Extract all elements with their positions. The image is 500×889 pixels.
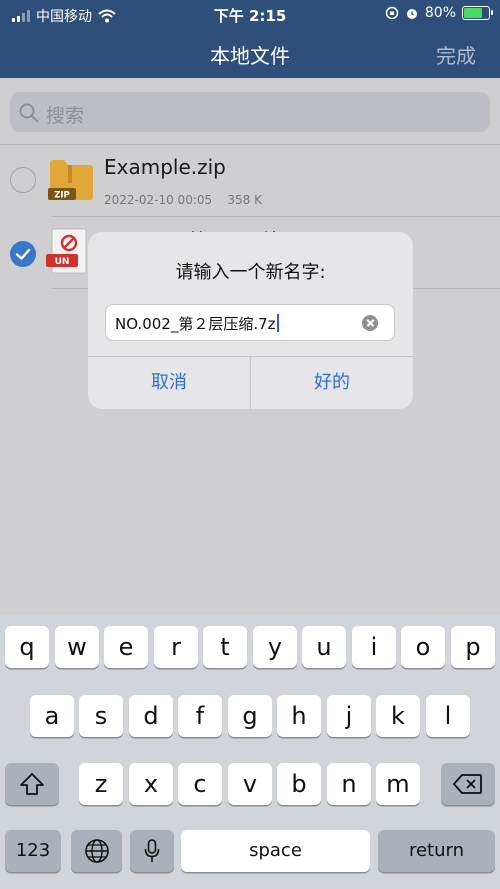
search-field[interactable]: 搜索 xyxy=(10,92,490,132)
input-value: NO.002_第２层压缩.7z xyxy=(115,313,279,334)
globe-key[interactable] xyxy=(71,830,122,872)
backspace-icon xyxy=(453,774,482,794)
battery-icon xyxy=(462,6,493,20)
key-d[interactable]: d xyxy=(129,695,173,737)
status-bar: 中国移动 下午 2:15 80% xyxy=(0,0,500,30)
status-right: 80% xyxy=(385,5,493,21)
svg-text:UN: UN xyxy=(55,257,70,267)
return-key[interactable]: return xyxy=(378,830,495,872)
text-cursor xyxy=(276,314,279,332)
key-g[interactable]: g xyxy=(228,695,272,737)
key-a[interactable]: a xyxy=(30,695,74,737)
key-i[interactable]: i xyxy=(352,626,396,668)
key-v[interactable]: v xyxy=(228,763,272,805)
rename-dialog: 请输入一个新名字: NO.002_第２层压缩.7z 取消 好的 xyxy=(88,232,413,409)
checkmark-icon xyxy=(15,248,31,260)
clear-icon[interactable] xyxy=(362,315,378,331)
battery-percent: 80% xyxy=(424,5,456,21)
ok-button[interactable]: 好的 xyxy=(251,357,413,409)
page-title: 本地文件 xyxy=(210,44,290,68)
file-size: 358 K xyxy=(227,193,262,207)
key-p[interactable]: p xyxy=(451,626,495,668)
key-t[interactable]: t xyxy=(203,626,247,668)
key-s[interactable]: s xyxy=(79,695,123,737)
unsupported-file-icon: UN xyxy=(46,228,87,274)
cancel-button[interactable]: 取消 xyxy=(88,357,250,409)
select-radio[interactable] xyxy=(10,167,36,193)
key-l[interactable]: l xyxy=(426,695,470,737)
key-y[interactable]: y xyxy=(253,626,297,668)
shift-icon xyxy=(20,773,44,795)
key-h[interactable]: h xyxy=(277,695,321,737)
key-c[interactable]: c xyxy=(178,763,222,805)
key-w[interactable]: w xyxy=(55,626,99,668)
key-o[interactable]: o xyxy=(401,626,445,668)
key-e[interactable]: e xyxy=(104,626,148,668)
select-radio-checked[interactable] xyxy=(10,241,36,267)
file-row[interactable]: ZIP Example.zip 2022-02-10 00:05 358 K xyxy=(0,145,500,217)
dialog-title: 请输入一个新名字: xyxy=(175,262,326,283)
zip-file-icon: ZIP xyxy=(48,160,93,201)
key-f[interactable]: f xyxy=(178,695,222,737)
key-z[interactable]: z xyxy=(79,763,123,805)
key-b[interactable]: b xyxy=(277,763,321,805)
svg-text:ZIP: ZIP xyxy=(54,191,70,201)
done-button[interactable]: 完成 xyxy=(436,40,476,69)
key-r[interactable]: r xyxy=(154,626,198,668)
file-name: Example.zip xyxy=(104,155,226,179)
file-date: 2022-02-10 00:05 xyxy=(104,193,213,207)
space-key[interactable]: space xyxy=(181,830,370,872)
key-n[interactable]: n xyxy=(327,763,371,805)
new-name-input[interactable]: NO.002_第２层压缩.7z xyxy=(105,304,395,341)
key-u[interactable]: u xyxy=(302,626,346,668)
alarm-icon xyxy=(406,9,417,19)
keyboard: q w e r t y u i o p a s d f g h j k l z … xyxy=(0,615,500,889)
numbers-key[interactable]: 123 xyxy=(5,830,61,872)
key-k[interactable]: k xyxy=(376,695,420,737)
microphone-icon xyxy=(144,839,160,862)
key-x[interactable]: x xyxy=(129,763,173,805)
file-meta: 2022-02-10 00:05 358 K xyxy=(104,193,262,207)
key-j[interactable]: j xyxy=(327,695,371,737)
search-icon xyxy=(19,103,39,123)
globe-icon xyxy=(84,839,109,863)
orientation-lock-icon xyxy=(385,6,399,20)
navigation-bar: 本地文件 完成 xyxy=(0,30,500,78)
dictation-key[interactable] xyxy=(130,830,174,872)
key-q[interactable]: q xyxy=(5,626,49,668)
key-m[interactable]: m xyxy=(376,763,420,805)
delete-key[interactable] xyxy=(441,763,495,805)
search-placeholder: 搜索 xyxy=(46,105,85,127)
shift-key[interactable] xyxy=(5,763,59,805)
